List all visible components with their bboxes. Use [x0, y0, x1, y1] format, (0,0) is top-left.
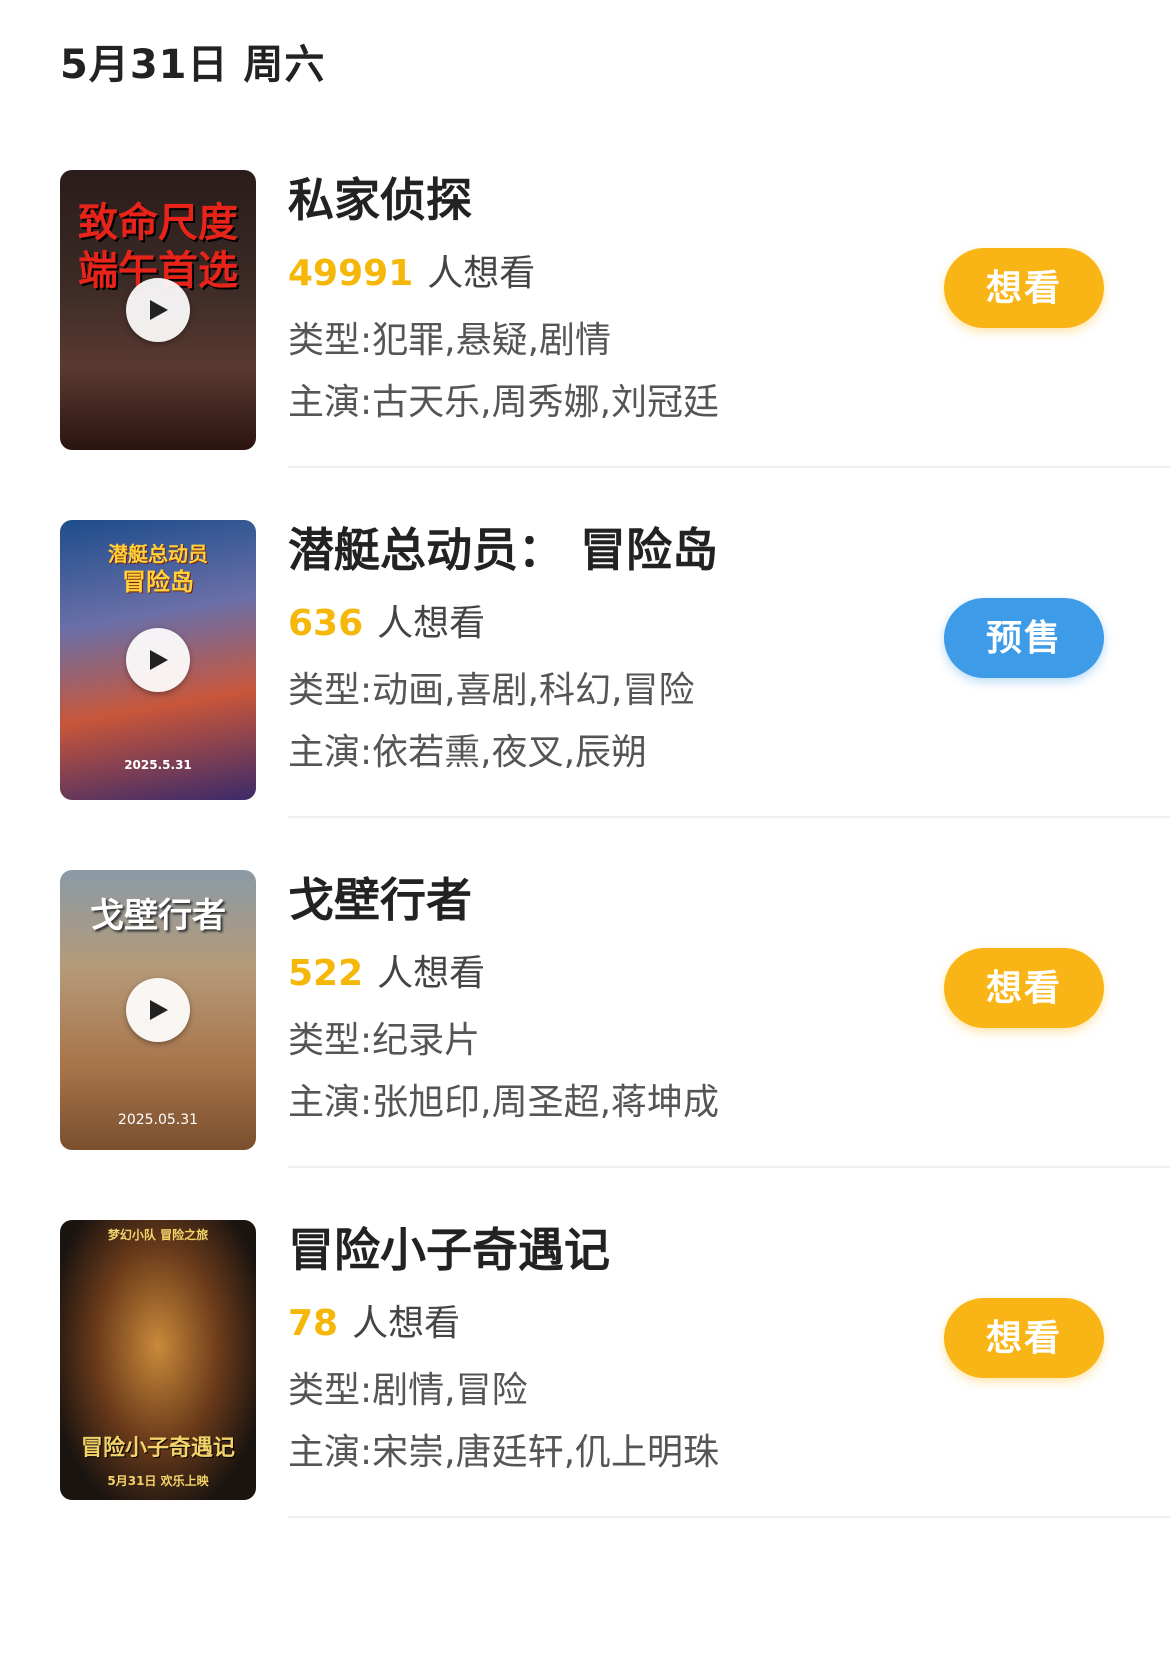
play-icon[interactable]	[126, 278, 190, 342]
want-button[interactable]: 想看	[944, 248, 1104, 328]
movie-genre: 类型:犯罪,悬疑,剧情	[288, 320, 612, 361]
poster-date-text: 2025.05.31	[117, 1112, 199, 1128]
movie-poster[interactable]: 戈壁行者 2025.05.31	[60, 870, 256, 1150]
movie-poster[interactable]: 梦幻小队 冒险之旅 冒险小子奇遇记 5月31日 欢乐上映	[60, 1220, 256, 1500]
wish-count: 522	[288, 953, 364, 994]
play-icon[interactable]	[126, 978, 190, 1042]
poster-title-text: 戈壁行者	[90, 896, 226, 936]
movie-cast: 主演:张旭印,周圣超,蒋坤成	[288, 1082, 720, 1123]
date-header: 5月31日 周六	[60, 42, 326, 88]
wish-line: 636 人想看	[288, 601, 485, 647]
wish-label: 人想看	[427, 253, 536, 294]
poster-title-text: 冒险小子奇遇记	[80, 1436, 235, 1461]
poster-date-text: 5月31日 欢乐上映	[107, 1474, 209, 1488]
presale-button[interactable]: 预售	[944, 598, 1104, 678]
movie-item[interactable]: 潜艇总动员 冒险岛 2025.5.31 潜艇总动员： 冒险岛 636 人想看 类型…	[0, 468, 1170, 818]
wish-label: 人想看	[352, 1303, 461, 1344]
poster-date-text: 2025.5.31	[124, 758, 192, 772]
movie-title[interactable]: 冒险小子奇遇记	[288, 1220, 610, 1280]
movie-title[interactable]: 戈壁行者	[288, 870, 472, 930]
movie-poster[interactable]: 潜艇总动员 冒险岛 2025.5.31	[60, 520, 256, 800]
movie-title[interactable]: 私家侦探	[288, 170, 472, 230]
want-button[interactable]: 想看	[944, 1298, 1104, 1378]
want-button[interactable]: 想看	[944, 948, 1104, 1028]
wish-label: 人想看	[377, 953, 486, 994]
wish-line: 49991 人想看	[288, 251, 535, 297]
wish-line: 78 人想看	[288, 1301, 460, 1347]
play-icon[interactable]	[126, 628, 190, 692]
movie-poster[interactable]: 致命尺度 端午首选	[60, 170, 256, 450]
divider	[288, 1516, 1170, 1518]
movie-cast: 主演:古天乐,周秀娜,刘冠廷	[288, 382, 720, 423]
movie-cast: 主演:依若熏,夜叉,辰朔	[288, 732, 648, 773]
poster-subtitle-text: 冒险岛	[122, 568, 194, 596]
wish-label: 人想看	[377, 603, 486, 644]
wish-count: 636	[288, 603, 364, 644]
movie-item[interactable]: 戈壁行者 2025.05.31 戈壁行者 522 人想看 类型:纪录片 主演:张旭…	[0, 818, 1170, 1168]
wish-count: 78	[288, 1303, 339, 1344]
movie-genre: 类型:动画,喜剧,科幻,冒险	[288, 670, 695, 711]
poster-top-text: 梦幻小队 冒险之旅	[107, 1228, 209, 1242]
movie-item[interactable]: 致命尺度 端午首选 私家侦探 49991 人想看 类型:犯罪,悬疑,剧情 主演:古…	[0, 118, 1170, 468]
wish-line: 522 人想看	[288, 951, 485, 997]
movie-item[interactable]: 梦幻小队 冒险之旅 冒险小子奇遇记 5月31日 欢乐上映 冒险小子奇遇记 78 人…	[0, 1168, 1170, 1518]
wish-count: 49991	[288, 253, 414, 294]
movie-cast: 主演:宋崇,唐廷轩,仉上明珠	[288, 1432, 720, 1473]
movie-genre: 类型:剧情,冒险	[288, 1370, 528, 1411]
movie-genre: 类型:纪录片	[288, 1020, 481, 1061]
movie-title[interactable]: 潜艇总动员： 冒险岛	[288, 520, 718, 580]
